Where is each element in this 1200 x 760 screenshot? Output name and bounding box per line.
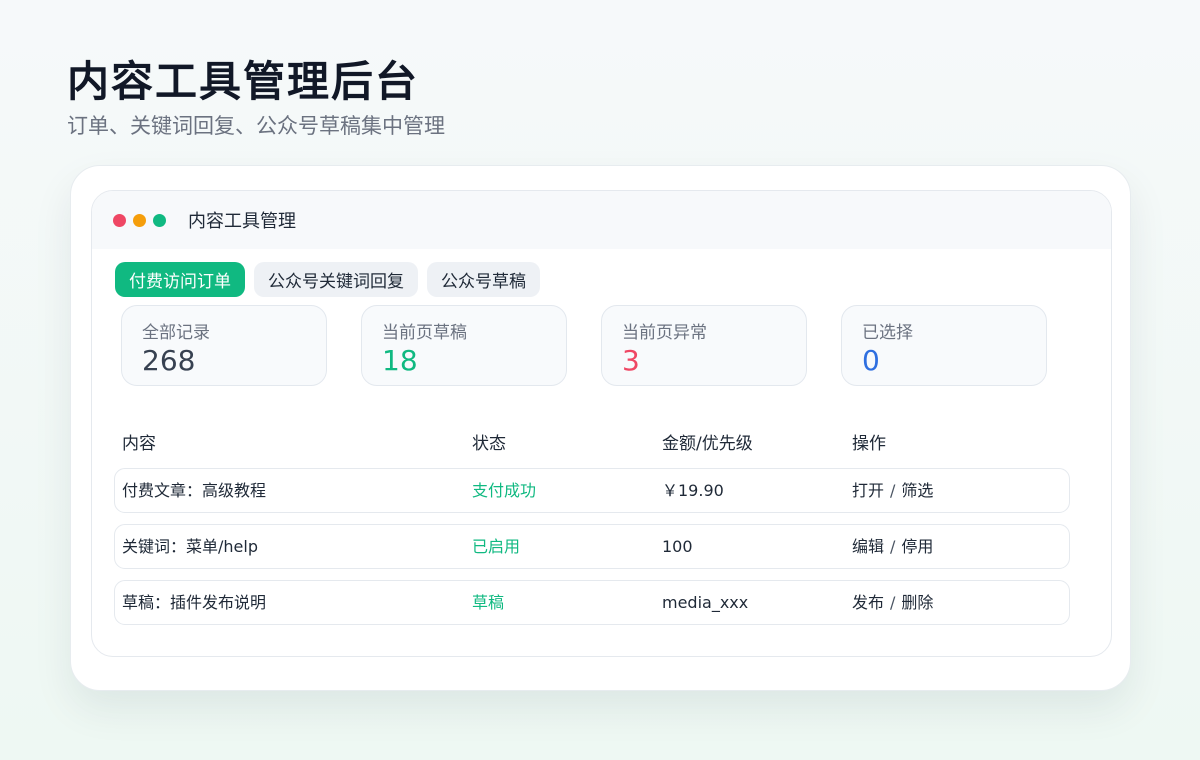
edit-link[interactable]: 编辑 (852, 537, 884, 556)
stat-value: 0 (862, 344, 880, 377)
tab-drafts[interactable]: 公众号草稿 (427, 262, 540, 297)
close-window-dot[interactable] (113, 213, 126, 227)
open-link[interactable]: 打开 (852, 481, 884, 500)
stat-label: 已选择 (862, 323, 913, 343)
stat-label: 全部记录 (142, 323, 210, 343)
outer-card: 内容工具管理 付费访问订单 公众号关键词回复 公众号草稿 全部记录 268 当前… (70, 165, 1131, 691)
app-window: 内容工具管理 付费访问订单 公众号关键词回复 公众号草稿 全部记录 268 当前… (91, 190, 1112, 657)
tab-keyword-replies[interactable]: 公众号关键词回复 (254, 262, 418, 297)
row-content: 草稿：插件发布说明 (122, 593, 267, 612)
row-status: 草稿 (472, 593, 505, 612)
column-header-status: 状态 (472, 434, 506, 454)
row-status: 支付成功 (472, 481, 537, 500)
stat-page-errors: 当前页异常 3 (601, 305, 807, 386)
page-subtitle: 订单、关键词回复、公众号草稿集中管理 (67, 114, 445, 138)
stat-selected: 已选择 0 (841, 305, 1047, 386)
page: 内容工具管理后台 订单、关键词回复、公众号草稿集中管理 内容工具管理 付费访问订… (0, 0, 1200, 760)
publish-link[interactable]: 发布 (852, 593, 884, 612)
table-header: 内容 状态 金额/优先级 操作 (122, 429, 1070, 454)
stat-label: 当前页草稿 (382, 323, 467, 343)
action-separator: / (890, 481, 896, 500)
row-status: 已启用 (472, 537, 521, 556)
row-amount: ￥19.90 (662, 481, 724, 500)
window-title: 内容工具管理 (188, 211, 296, 232)
table-row[interactable]: 付费文章：高级教程 支付成功 ￥19.90 打开 / 筛选 (114, 468, 1070, 513)
column-header-actions: 操作 (852, 434, 886, 454)
filter-link[interactable]: 筛选 (901, 481, 933, 500)
table-row[interactable]: 草稿：插件发布说明 草稿 media_xxx 发布 / 删除 (114, 580, 1070, 625)
minimize-window-dot[interactable] (133, 213, 146, 227)
tab-paid-orders[interactable]: 付费访问订单 (115, 262, 245, 297)
column-header-content: 内容 (122, 434, 156, 454)
stat-value: 3 (622, 344, 640, 377)
table-row[interactable]: 关键词：菜单/help 已启用 100 编辑 / 停用 (114, 524, 1070, 569)
row-amount: 100 (662, 537, 693, 556)
stat-total-records: 全部记录 268 (121, 305, 327, 386)
delete-link[interactable]: 删除 (901, 593, 933, 612)
row-content: 付费文章：高级教程 (122, 481, 267, 500)
stat-value: 18 (382, 344, 418, 377)
row-actions: 打开 / 筛选 (852, 480, 933, 502)
stat-page-drafts: 当前页草稿 18 (361, 305, 567, 386)
row-content: 关键词：菜单/help (122, 537, 258, 556)
tab-bar: 付费访问订单 公众号关键词回复 公众号草稿 (115, 262, 540, 297)
column-header-amount: 金额/优先级 (662, 434, 753, 454)
stat-label: 当前页异常 (622, 323, 707, 343)
page-title: 内容工具管理后台 (67, 57, 420, 106)
action-separator: / (890, 537, 896, 556)
disable-link[interactable]: 停用 (901, 537, 933, 556)
row-amount: media_xxx (662, 593, 749, 612)
stats-row: 全部记录 268 当前页草稿 18 当前页异常 3 已选择 0 (121, 305, 1047, 386)
row-actions: 发布 / 删除 (852, 592, 933, 614)
row-actions: 编辑 / 停用 (852, 536, 933, 558)
stat-value: 268 (142, 344, 196, 377)
action-separator: / (890, 593, 896, 612)
maximize-window-dot[interactable] (153, 213, 166, 227)
window-titlebar: 内容工具管理 (92, 191, 1111, 249)
table-body: 付费文章：高级教程 支付成功 ￥19.90 打开 / 筛选 关键词：菜单/help … (114, 468, 1070, 636)
